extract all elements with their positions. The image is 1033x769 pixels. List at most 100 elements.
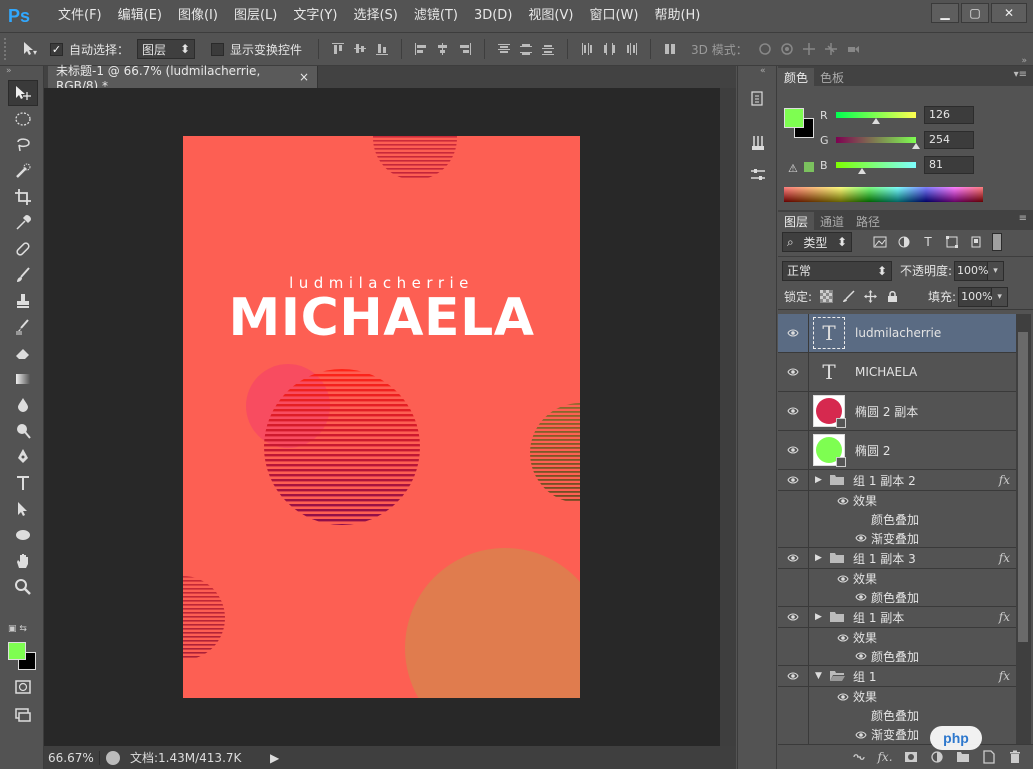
eye-icon[interactable] — [837, 495, 849, 507]
document-tab[interactable]: 未标题-1 @ 66.7% (ludmilacherrie, RGB/8) * … — [48, 64, 318, 93]
menu-filter[interactable]: 滤镜(T) — [406, 0, 466, 32]
trash-icon[interactable] — [1007, 749, 1023, 765]
pixel-filter-icon[interactable] — [872, 234, 888, 250]
auto-align-icon[interactable] — [662, 41, 678, 57]
visibility-toggle[interactable] — [778, 607, 809, 627]
effect-name[interactable]: 渐变叠加 — [871, 726, 919, 743]
adjustment-layer-icon[interactable] — [929, 749, 945, 765]
gamut-warning-icon[interactable]: ⚠ — [788, 162, 798, 175]
eye-icon[interactable] — [855, 729, 867, 741]
clone-stamp-tool[interactable] — [8, 288, 38, 314]
pen-tool[interactable] — [8, 444, 38, 470]
brush-tool[interactable] — [8, 262, 38, 288]
quick-select-tool[interactable] — [8, 158, 38, 184]
distribute-right-icon[interactable] — [623, 41, 639, 57]
fill-field[interactable]: 100% — [958, 286, 993, 307]
tab-paths[interactable]: 路径 — [850, 212, 886, 230]
lock-transparent-icon[interactable] — [818, 289, 834, 305]
marquee-tool[interactable] — [8, 106, 38, 132]
align-right-icon[interactable] — [457, 41, 473, 57]
opacity-field[interactable]: 100% — [954, 260, 989, 281]
zoom-tool[interactable] — [8, 574, 38, 600]
expand-arrow-icon[interactable]: ▶ — [815, 475, 825, 485]
menu-view[interactable]: 视图(V) — [520, 0, 581, 32]
minimize-button[interactable]: ▁ — [931, 3, 959, 23]
color-spectrum-bar[interactable] — [784, 187, 983, 202]
green-slider-track[interactable] — [836, 137, 920, 149]
tab-color[interactable]: 颜色 — [778, 68, 815, 86]
visibility-toggle[interactable] — [778, 353, 809, 391]
eye-icon[interactable] — [855, 591, 867, 603]
crop-tool[interactable] — [8, 184, 38, 210]
eye-icon[interactable] — [837, 573, 849, 585]
align-hcenter-icon[interactable] — [435, 41, 451, 57]
3d-scale-icon[interactable] — [845, 41, 861, 57]
new-group-icon[interactable] — [955, 749, 971, 765]
color-swatches[interactable] — [8, 640, 40, 674]
distribute-left-icon[interactable] — [579, 41, 595, 57]
red-value-field[interactable]: 126 — [924, 106, 974, 124]
eyedropper-tool[interactable] — [8, 210, 38, 236]
lock-position-icon[interactable] — [862, 289, 878, 305]
swap-colors-icon[interactable]: ▣ ⇆ — [8, 624, 38, 636]
align-bottom-icon[interactable] — [374, 41, 390, 57]
color-panel-foreground[interactable] — [784, 108, 804, 128]
ellipse-tool[interactable] — [8, 522, 38, 548]
menu-window[interactable]: 窗口(W) — [581, 0, 646, 32]
lasso-tool[interactable] — [8, 132, 38, 158]
show-transform-checkbox[interactable] — [211, 42, 225, 56]
align-vcenter-icon[interactable] — [352, 41, 368, 57]
3d-pan-icon[interactable] — [801, 41, 817, 57]
path-select-tool[interactable] — [8, 496, 38, 522]
screen-mode-button[interactable] — [8, 702, 38, 728]
close-button[interactable]: ✕ — [991, 3, 1027, 23]
move-tool-preset[interactable]: ▾ — [10, 38, 50, 60]
fx-badge[interactable]: fx — [999, 669, 1010, 683]
panel-collapse-toggle[interactable]: » — [1021, 56, 1027, 66]
align-left-icon[interactable] — [413, 41, 429, 57]
3d-slide-icon[interactable] — [823, 41, 839, 57]
distribute-top-icon[interactable] — [496, 41, 512, 57]
layers-scrollbar-thumb[interactable] — [1018, 332, 1028, 642]
menu-select[interactable]: 选择(S) — [345, 0, 405, 32]
lock-all-icon[interactable] — [884, 289, 900, 305]
fx-badge[interactable]: fx — [999, 610, 1010, 624]
group-row[interactable]: ▼ 组 1 fx — [778, 666, 1016, 687]
opacity-arrow-icon[interactable]: ▾ — [988, 260, 1005, 281]
artboard[interactable]: ludmilacherrie MICHAELA — [183, 136, 580, 698]
dock-collapse-toggle[interactable]: « — [738, 66, 776, 80]
distribute-hcenter-icon[interactable] — [601, 41, 617, 57]
layer-row[interactable]: 椭圆 2 — [778, 431, 1016, 470]
distribute-vcenter-icon[interactable] — [518, 41, 534, 57]
layer-row[interactable]: 椭圆 2 副本 — [778, 392, 1016, 431]
visibility-toggle[interactable] — [778, 431, 809, 469]
auto-select-dropdown[interactable]: 图层 ⬍ — [137, 39, 196, 59]
layers-scrollbar[interactable] — [1016, 314, 1031, 744]
3d-roll-icon[interactable] — [779, 41, 795, 57]
zoom-level[interactable]: 66.67% — [44, 750, 100, 765]
healing-brush-tool[interactable] — [8, 236, 38, 262]
effect-name[interactable]: 颜色叠加 — [871, 511, 919, 528]
filter-toggle-switch[interactable] — [992, 233, 1002, 251]
green-value-field[interactable]: 254 — [924, 131, 974, 149]
layer-name[interactable]: ludmilacherrie — [855, 326, 941, 340]
add-mask-icon[interactable] — [903, 749, 919, 765]
layers-menu-icon[interactable]: ≡ — [1019, 213, 1027, 224]
close-tab-icon[interactable]: × — [299, 70, 309, 84]
green-slider-thumb[interactable] — [912, 143, 920, 149]
group-row[interactable]: ▶ 组 1 副本 fx — [778, 607, 1016, 628]
new-layer-icon[interactable] — [981, 749, 997, 765]
move-tool[interactable] — [8, 80, 38, 106]
layer-filter-dropdown[interactable]: ⌕ 类型 ⬍ — [782, 232, 852, 252]
visibility-toggle[interactable] — [778, 470, 809, 490]
eye-icon[interactable] — [855, 650, 867, 662]
red-slider-track[interactable] — [836, 112, 916, 124]
align-top-icon[interactable] — [330, 41, 346, 57]
group-name[interactable]: 组 1 副本 2 — [853, 472, 916, 489]
effect-name[interactable]: 颜色叠加 — [871, 589, 919, 606]
maximize-button[interactable]: ▢ — [961, 3, 989, 23]
smart-object-filter-icon[interactable] — [968, 234, 984, 250]
type-filter-icon[interactable]: T — [920, 234, 936, 250]
collapse-arrow-icon[interactable]: ▼ — [815, 671, 825, 681]
expand-arrow-icon[interactable]: ▶ — [815, 553, 825, 563]
